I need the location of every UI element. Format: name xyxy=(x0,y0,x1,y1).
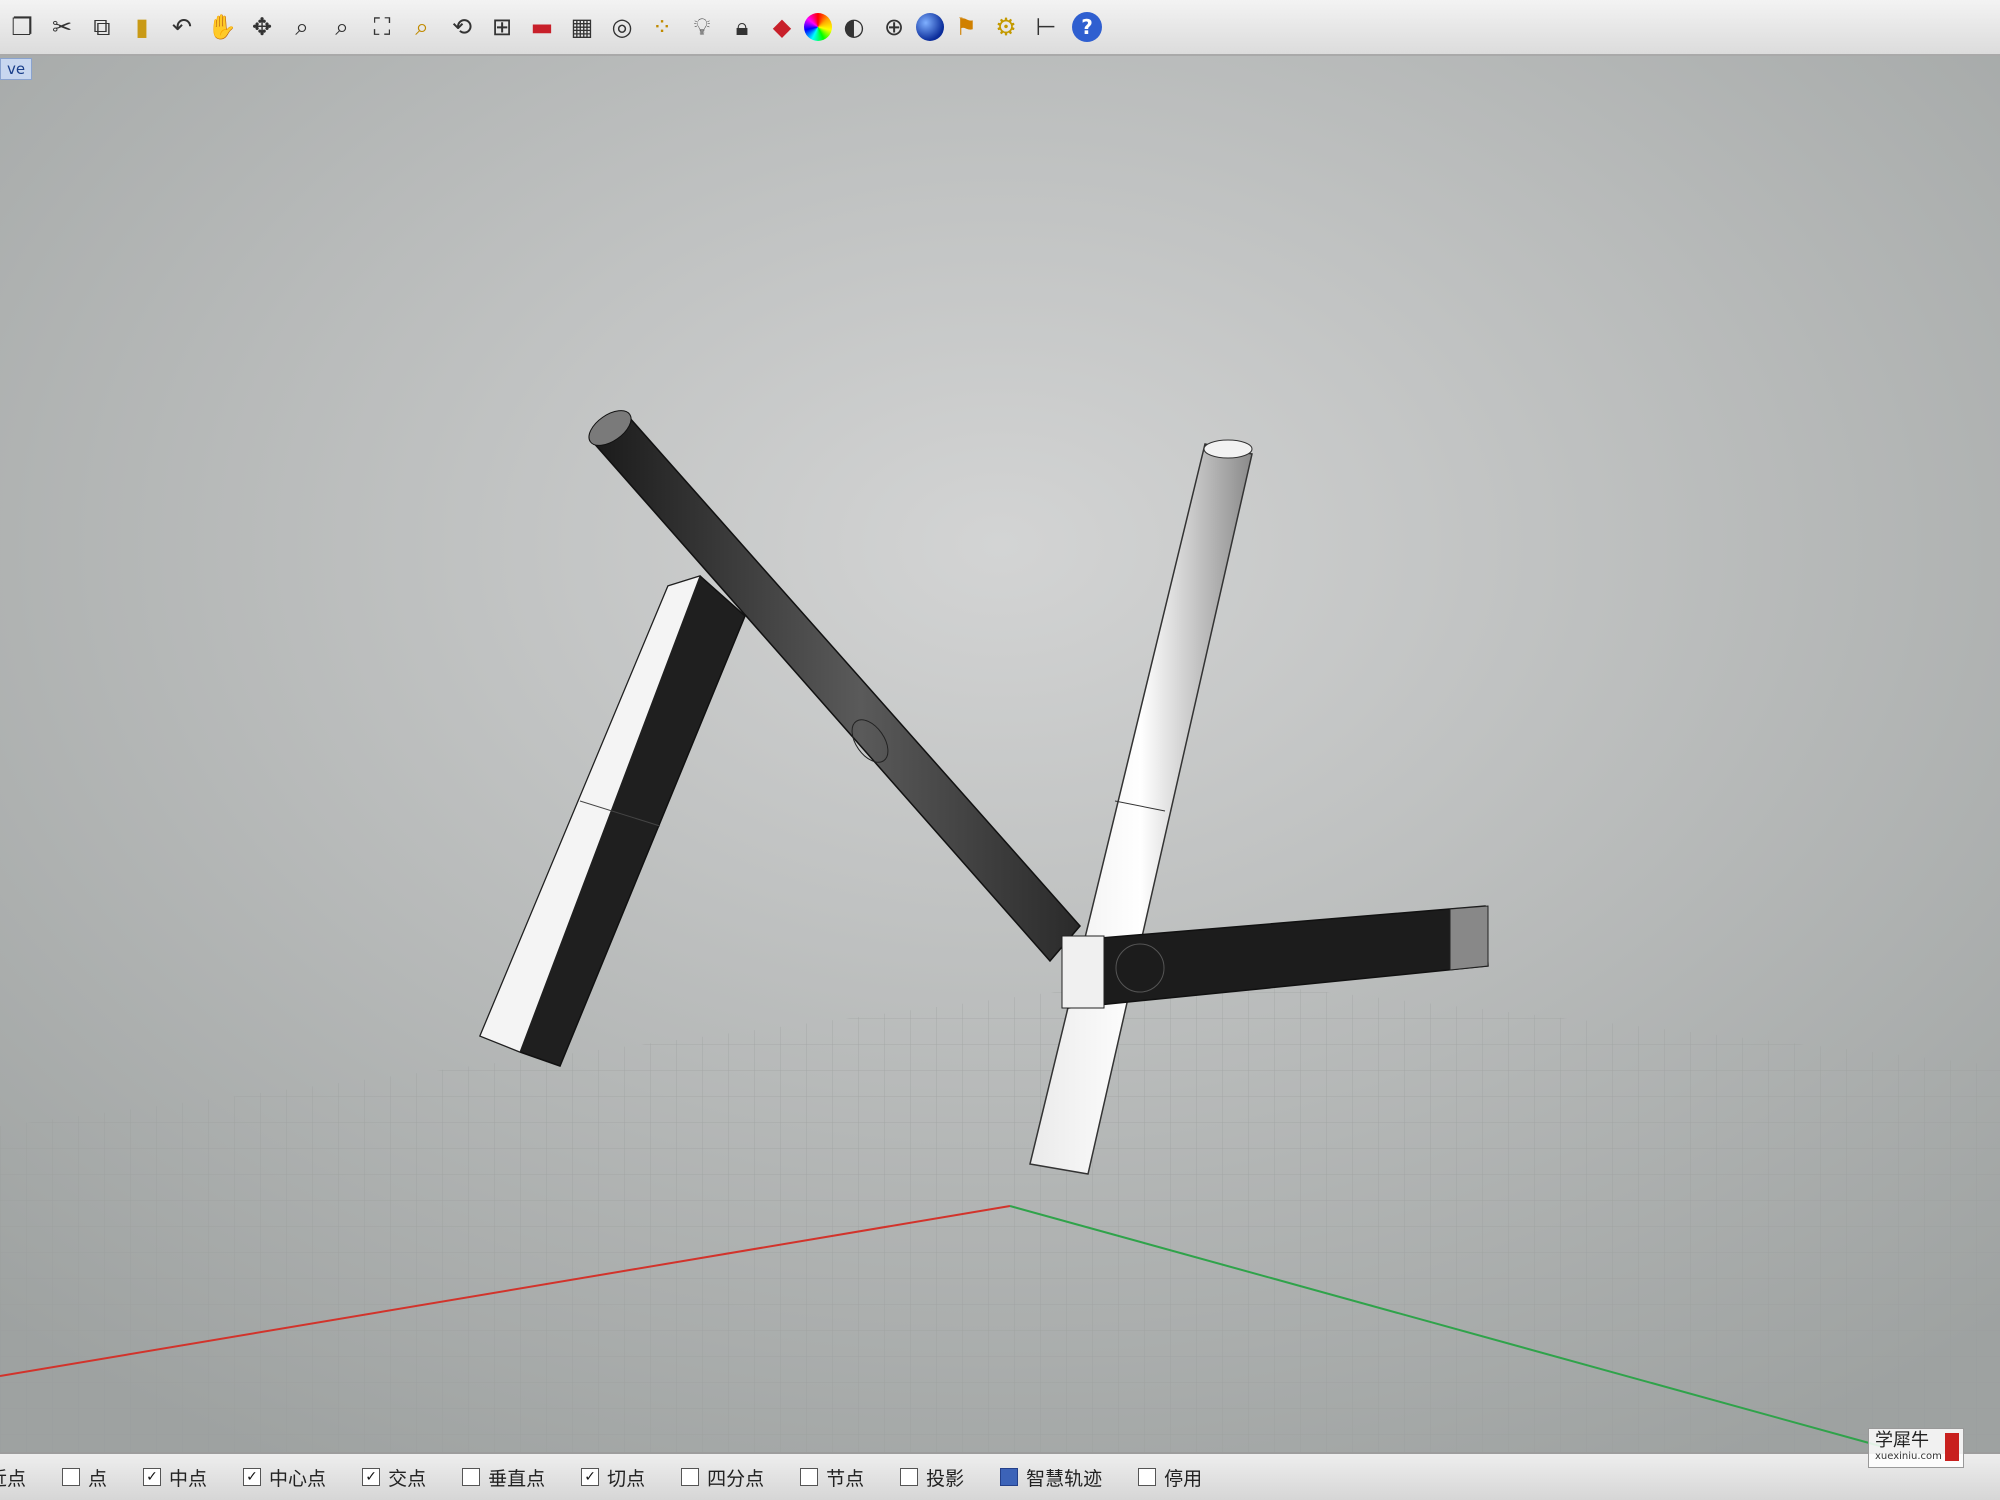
rotate-view-icon[interactable]: ⟲ xyxy=(444,9,480,45)
osnap-7[interactable]: 四分点 xyxy=(681,1464,764,1491)
render-sphere-icon[interactable] xyxy=(916,13,944,41)
osnap-checkbox[interactable] xyxy=(581,1468,600,1486)
osnap-label: 节点 xyxy=(826,1467,865,1490)
perspective-viewport[interactable] xyxy=(0,56,2000,1452)
osnap-label: 中点 xyxy=(169,1467,208,1490)
zoom-extents-icon[interactable]: ⛶ xyxy=(364,9,400,45)
osnap-5[interactable]: 垂直点 xyxy=(462,1464,545,1491)
wire-sphere-icon[interactable]: ⊕ xyxy=(876,9,912,45)
osnap-checkbox[interactable] xyxy=(800,1468,819,1486)
main-toolbar: ❐ ✂ ⧉ ▮ ↶ ✋ ✥ ⌕ ⌕ ⛶ ⌕ ⟲ ⊞ ▬ ▦ ◎ ⁘ 💡︎ 🔒︎ … xyxy=(0,0,2000,56)
zoom-selected-icon[interactable]: ⌕ xyxy=(404,9,440,45)
lightbulb-icon[interactable]: 💡︎ xyxy=(684,9,720,45)
paste-icon[interactable]: ▮ xyxy=(124,9,160,45)
zoom-window-icon[interactable]: ⌕ xyxy=(324,9,360,45)
copy-icon[interactable]: ⧉ xyxy=(84,9,120,45)
osnap-checkbox[interactable] xyxy=(62,1468,81,1486)
flag-icon[interactable]: ⚑ xyxy=(948,9,984,45)
color-wheel-icon[interactable] xyxy=(804,13,832,41)
shade-sphere-icon[interactable]: ◐ xyxy=(836,9,872,45)
lock-icon[interactable]: 🔒︎ xyxy=(724,9,760,45)
osnap-label: 投影 xyxy=(926,1467,965,1490)
osnap-checkbox[interactable] xyxy=(681,1468,700,1486)
watermark-logo: 学犀牛 xuexiniu.com xyxy=(1868,1428,1964,1468)
dimension-icon[interactable]: ⊢ xyxy=(1028,9,1064,45)
osnap-label: 交点 xyxy=(388,1467,427,1490)
move-icon[interactable]: ✥ xyxy=(244,9,280,45)
osnap-label: 点 xyxy=(88,1467,108,1490)
osnap-checkbox[interactable] xyxy=(462,1468,481,1486)
osnap-4[interactable]: 交点 xyxy=(362,1464,426,1491)
osnap-checkbox[interactable] xyxy=(362,1468,381,1486)
zoom-in-icon[interactable]: ⌕ xyxy=(284,9,320,45)
viewport-scene[interactable] xyxy=(0,56,2000,1452)
watermark-url: xuexiniu.com xyxy=(1875,1451,1942,1462)
osnap-label: 垂直点 xyxy=(488,1467,546,1490)
osnap-2[interactable]: 中点 xyxy=(143,1464,207,1491)
osnap-1[interactable]: 点 xyxy=(62,1464,107,1491)
osnap-10[interactable]: 智慧轨迹 xyxy=(1000,1464,1102,1491)
grid-plane-icon[interactable]: ▦ xyxy=(564,9,600,45)
layer-book-icon[interactable]: ◆ xyxy=(764,9,800,45)
pan-hand-icon[interactable]: ✋ xyxy=(204,9,240,45)
watermark-text: 学犀牛 xyxy=(1875,1430,1929,1451)
osnap-label: 中心点 xyxy=(269,1467,327,1490)
osnap-11[interactable]: 停用 xyxy=(1138,1464,1202,1491)
osnap-3[interactable]: 中心点 xyxy=(243,1464,326,1491)
target-icon[interactable]: ◎ xyxy=(604,9,640,45)
car-icon[interactable]: ▬ xyxy=(524,9,560,45)
osnap-6[interactable]: 切点 xyxy=(581,1464,645,1491)
osnap-9[interactable]: 投影 xyxy=(900,1464,964,1491)
cut-icon[interactable]: ✂ xyxy=(44,9,80,45)
osnap-label: 停用 xyxy=(1164,1467,1203,1490)
osnap-statusbar: 近点 点 中点 中心点 交点 垂直点 切点 四分点 节点 投影 智慧轨迹 停用 xyxy=(0,1452,2000,1500)
undo-icon[interactable]: ↶ xyxy=(164,9,200,45)
four-viewports-icon[interactable]: ⊞ xyxy=(484,9,520,45)
osnap-checkbox[interactable] xyxy=(143,1468,162,1486)
osnap-label: 四分点 xyxy=(707,1467,765,1490)
viewport-title[interactable]: ve xyxy=(0,58,33,80)
osnap-label: 切点 xyxy=(607,1467,646,1490)
osnap-label: 智慧轨迹 xyxy=(1026,1467,1103,1490)
gear-icon[interactable]: ⚙ xyxy=(988,9,1024,45)
help-icon[interactable]: ? xyxy=(1072,12,1102,42)
osnap-checkbox[interactable] xyxy=(1000,1468,1019,1486)
osnap-0[interactable]: 近点 xyxy=(0,1464,26,1491)
osnap-label: 近点 xyxy=(0,1467,27,1490)
points-icon[interactable]: ⁘ xyxy=(644,9,680,45)
new-icon[interactable]: ❐ xyxy=(4,9,40,45)
red-seal-icon xyxy=(1945,1433,1959,1461)
osnap-8[interactable]: 节点 xyxy=(800,1464,864,1491)
osnap-checkbox[interactable] xyxy=(1138,1468,1157,1486)
osnap-checkbox[interactable] xyxy=(243,1468,262,1486)
osnap-checkbox[interactable] xyxy=(900,1468,919,1486)
